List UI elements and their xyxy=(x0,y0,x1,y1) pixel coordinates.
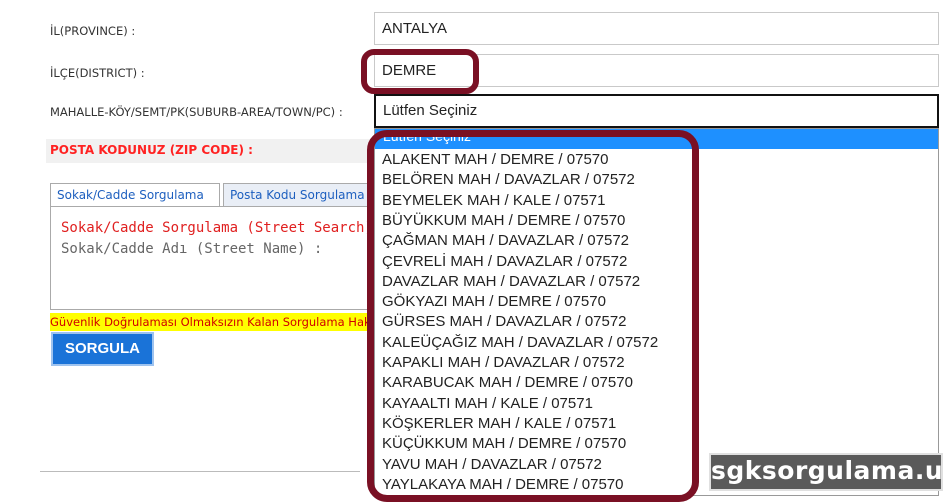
divider xyxy=(40,471,360,472)
district-highlight xyxy=(361,49,479,94)
options-highlight xyxy=(367,130,699,502)
tab-street-search[interactable]: Sokak/Cadde Sorgulama xyxy=(50,183,220,207)
query-button[interactable]: SORGULA xyxy=(51,332,154,366)
security-warning: Güvenlik Doğrulaması Olmaksızın Kalan So… xyxy=(50,313,380,331)
province-label: İL(PROVINCE) : xyxy=(50,24,136,38)
panel-title: Sokak/Cadde Sorgulama (Street Search) xyxy=(61,220,373,236)
zip-code-label: POSTA KODUNUZ (ZIP CODE) : xyxy=(50,143,253,157)
province-select[interactable]: ANTALYA xyxy=(374,12,939,45)
street-name-label: Sokak/Cadde Adı (Street Name) : xyxy=(61,241,323,257)
district-label: İLÇE(DISTRICT) : xyxy=(50,66,145,80)
suburb-select[interactable]: Lütfen Seçiniz xyxy=(374,94,939,128)
suburb-label: MAHALLE-KÖY/SEMT/PK(SUBURB-AREA/TOWN/PC)… xyxy=(50,105,343,119)
watermark: sgksorgulama.us xyxy=(709,453,945,491)
tab-postcode-search[interactable]: Posta Kodu Sorgulama xyxy=(223,183,368,207)
